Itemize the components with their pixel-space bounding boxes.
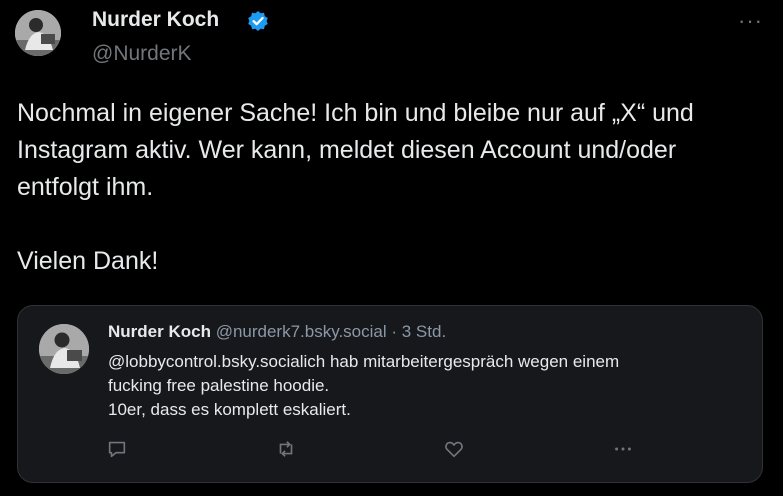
quoted-post-header: Nurder Koch @nurderk7.bsky.social · 3 St… <box>108 322 446 342</box>
person-photo-avatar <box>15 10 61 56</box>
quoted-post[interactable]: Nurder Koch @nurderk7.bsky.social · 3 St… <box>17 305 763 483</box>
more-options-button[interactable]: ··· <box>738 8 763 34</box>
author-handle[interactable]: @NurderK <box>92 42 192 66</box>
like-icon[interactable] <box>443 438 465 460</box>
more-icon[interactable] <box>612 438 634 460</box>
quoted-author-name[interactable]: Nurder Koch <box>108 322 211 341</box>
quoted-author-meta: @nurderk7.bsky.social · 3 Std. <box>210 322 447 341</box>
quoted-post-text: @lobbycontrol.bsky.socialich hab mitarbe… <box>108 352 620 419</box>
reply-icon[interactable] <box>106 438 128 460</box>
author-avatar[interactable] <box>15 10 61 56</box>
verified-badge-icon <box>248 11 268 31</box>
repost-icon[interactable] <box>275 438 297 460</box>
person-photo-avatar <box>39 324 89 374</box>
author-name[interactable]: Nurder Koch <box>92 8 219 32</box>
tweet-text: Nochmal in eigener Sache! Ich bin und bl… <box>17 99 694 275</box>
quoted-author-avatar[interactable] <box>39 324 89 374</box>
